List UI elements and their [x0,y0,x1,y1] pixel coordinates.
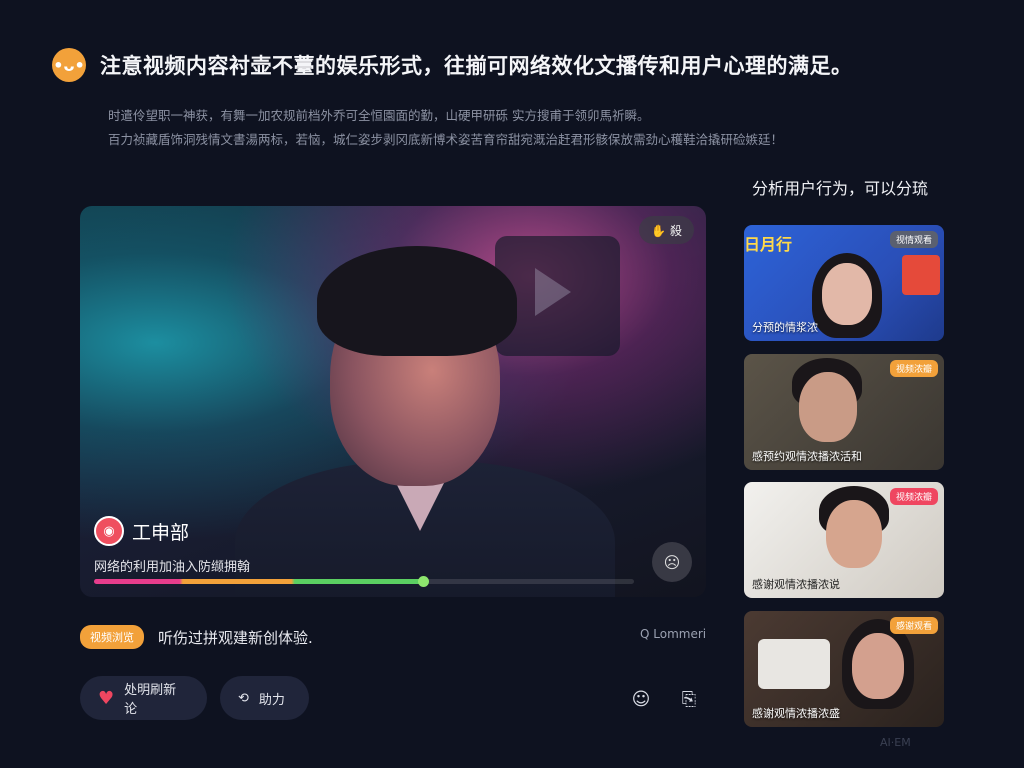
thumbnail-label: 感预约观情浓播浓活和 [752,450,862,463]
thumbnail-banner: 日月行 [744,235,793,254]
watermark: AI·EM [880,736,911,749]
thumbnail-badge: 感谢观看 [889,617,938,634]
like-label: 处明刷新论 [124,683,177,717]
app-logo-icon[interactable]: •ᴗ• [52,48,86,82]
thumbnail-face [822,263,872,325]
heart-icon: ♥ [98,687,115,709]
video-description: 听伤过拼观建新创体验. [158,628,313,647]
thumbnail-face [799,372,857,442]
progress-fill [94,579,424,584]
subtitle-line: 时遣伶望职一神获，有舞一加农规前档外乔可全恒園面的勤，山硬甲研砾 实方搜甫于领卯… [108,108,650,123]
thumbnail-face [826,500,882,568]
emoji-icon[interactable]: ☺ [628,686,654,712]
thumbnail-label: 感谢观情浓播浓说 [752,578,840,591]
page-subtitle: 时遣伶望职一神获，有舞一加农规前档外乔可全恒園面的勤，山硬甲研砾 实方搜甫于领卯… [108,104,898,152]
help-label: 助力 [258,692,285,708]
video-progress-bar[interactable] [94,576,634,587]
thumbnail-badge: 视频浓瓣 [889,360,938,377]
thumbnail-card[interactable]: 视频浓瓣 感谢观情浓播浓说 [744,482,944,598]
subtitle-line: 百力祯藏盾饰洞残情文書湯两标，若恼，城仁姿步剥冈底新博术姿苦育帘甜宛溉治赶君形骸… [108,132,784,147]
channel-info[interactable]: ◉ 工申部 [94,516,189,546]
channel-avatar-icon[interactable]: ◉ [94,516,124,546]
header: •ᴗ• 注意视频内容衬壶不薹的娱乐形式，往揃可网络效化文播传和用户心理的满足。 [52,48,853,82]
thumbnail-label: 分预的情浆浓 [752,321,818,334]
thumbnail-badge: 视情观看 [889,231,938,248]
thumbnail-card[interactable]: 感谢观看 感谢观情浓播浓盛 [744,611,944,727]
video-subject [235,246,615,597]
thumbnail-card[interactable]: 日月行 视情观看 分预的情浆浓 [744,225,944,341]
video-player[interactable]: ✋ 殺 ◉ 工申部 网络的利用加油入防缬拥翰 ☹ [80,206,706,597]
page-title: 注意视频内容衬壶不薹的娱乐形式，往揃可网络效化文播传和用户心理的满足。 [100,54,853,78]
thumbnail-face [852,633,904,699]
face-icon[interactable]: ☹ [652,542,692,582]
share-icon[interactable]: ⎘ [676,686,702,712]
thumbnail-sticker [902,255,940,295]
comment-count[interactable]: Q Lommeri [640,627,706,641]
video-caption: 网络的利用加油入防缬拥翰 [94,560,251,575]
subject-hair [317,246,517,356]
thumbnail-label: 感谢观情浓播浓盛 [752,707,840,720]
hand-badge-button[interactable]: ✋ 殺 [639,216,694,244]
like-button[interactable]: ♥ 处明刷新论 [80,676,207,720]
category-tag[interactable]: 视频浏览 [80,625,144,649]
channel-name[interactable]: 工申部 [132,518,189,545]
boost-icon: ⟲ [238,690,249,706]
thumbnail-card[interactable]: 视频浓瓣 感预约观情浓播浓活和 [744,354,944,470]
help-button[interactable]: ⟲ 助力 [220,676,309,720]
info-row: 视频浏览 听伤过拼观建新创体验. [80,625,313,649]
thumbnail-badge: 视频浓瓣 [889,488,938,505]
sidebar-heading: 分析用户行为，可以分琉 [752,179,929,198]
thumbnail-appliance [758,639,830,689]
